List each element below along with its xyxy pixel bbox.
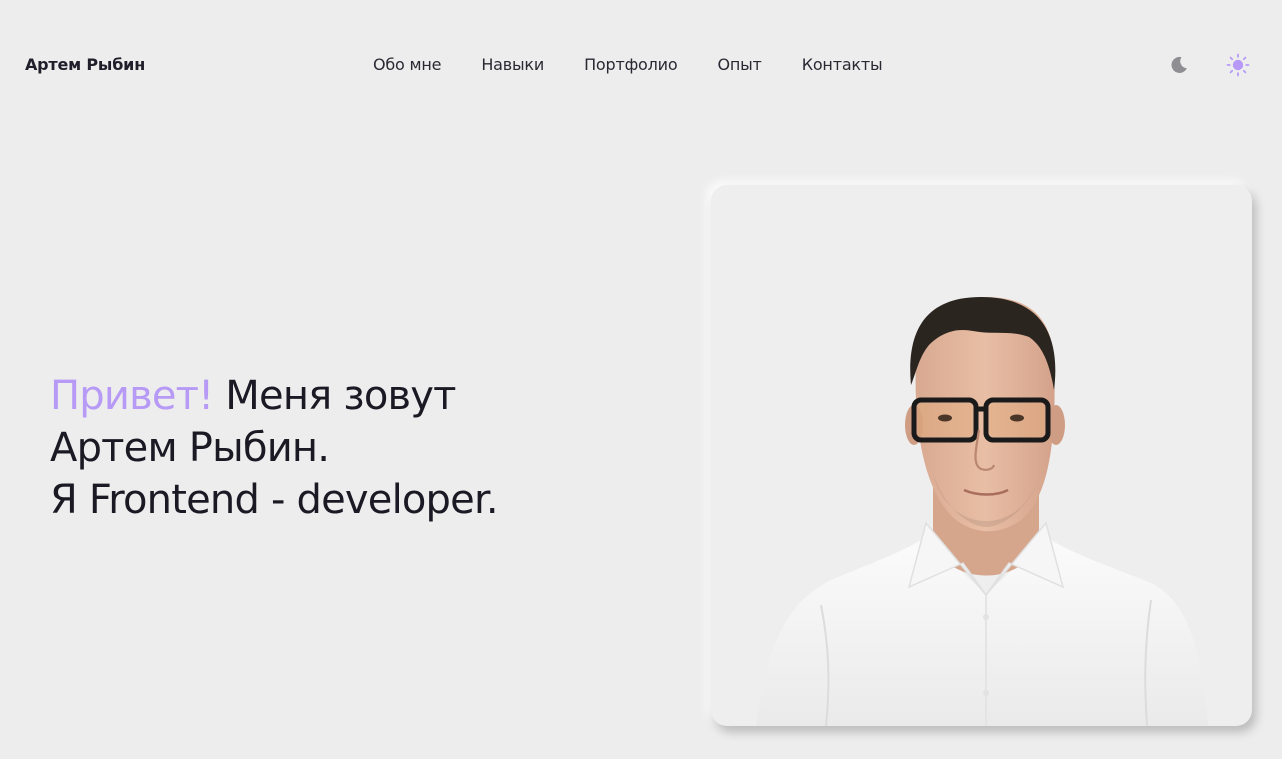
hero-greeting: Привет! [50, 373, 214, 419]
hero-heading: Привет! Меня зовут Артем Рыбин. Я Fronte… [50, 370, 499, 526]
moon-icon [1171, 56, 1187, 73]
portrait-illustration [756, 297, 1208, 726]
hero-line-1-rest: Меня зовут [213, 373, 456, 419]
main-nav: Обо мне Навыки Портфолио Опыт Контакты [373, 55, 883, 74]
nav-item-contacts[interactable]: Контакты [802, 55, 883, 74]
hero-line-2: Артем Рыбин. [50, 425, 330, 471]
site-logo[interactable]: Артем Рыбин [25, 55, 145, 74]
nav-item-portfolio[interactable]: Портфолио [584, 55, 678, 74]
page: Артем Рыбин Обо мне Навыки Портфолио Опы… [0, 0, 1282, 759]
portrait-photo [711, 185, 1252, 726]
sun-icon [1226, 53, 1250, 77]
hero-line-3: Я Frontend - developer. [50, 477, 499, 523]
hero-line-1: Привет! Меня зовут [50, 370, 498, 422]
nav-item-about[interactable]: Обо мне [373, 55, 442, 74]
nav-item-experience[interactable]: Опыт [717, 55, 761, 74]
nav-item-skills[interactable]: Навыки [481, 55, 544, 74]
light-theme-button[interactable] [1226, 53, 1250, 77]
dark-theme-button[interactable] [1167, 53, 1191, 77]
